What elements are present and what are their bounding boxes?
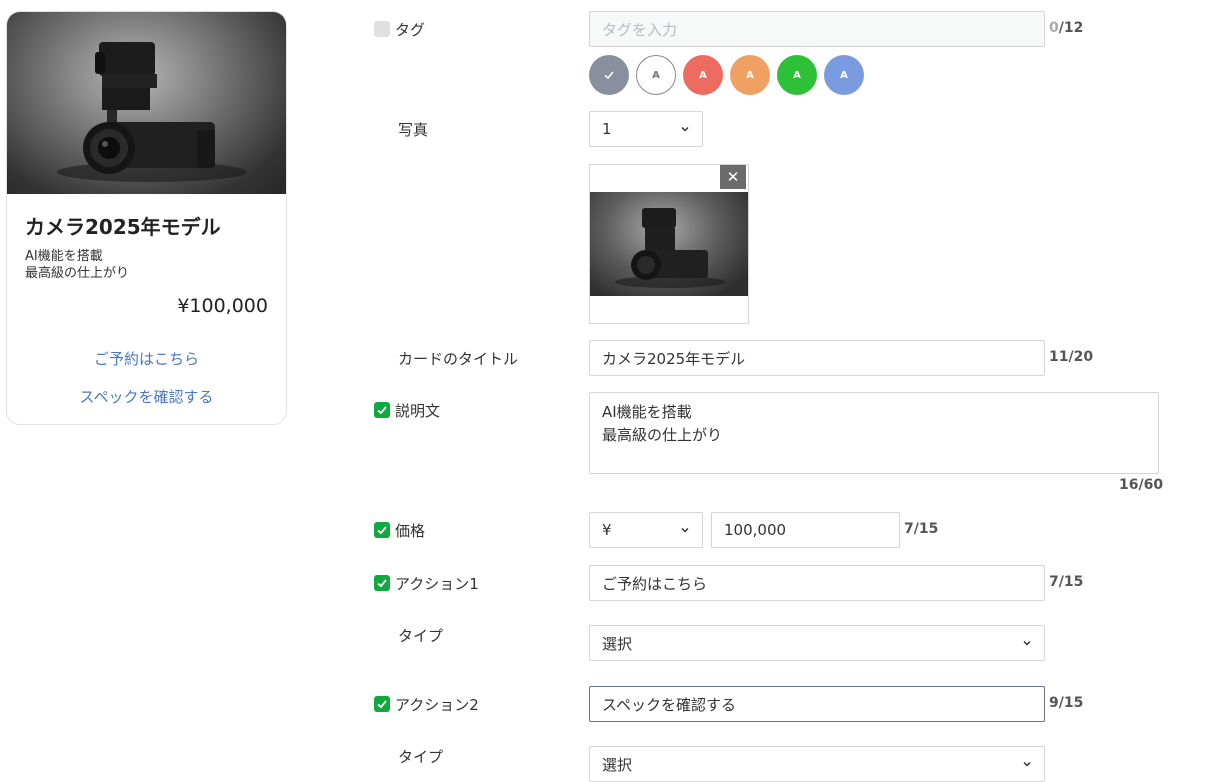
photo-thumbnail: ✕ — [589, 164, 749, 324]
check-icon — [377, 700, 387, 709]
tag-input[interactable]: タグを入力 — [589, 11, 1045, 47]
description-checkbox[interactable] — [374, 402, 390, 418]
action1-type-select[interactable]: 選択 — [589, 625, 1045, 661]
photo-count-value: 1 — [602, 120, 612, 138]
action2-checkbox[interactable] — [374, 696, 390, 712]
card-title-counter: 11/20 — [1049, 349, 1094, 365]
close-icon: ✕ — [726, 168, 740, 186]
action1-counter: 7/15 — [1049, 574, 1084, 590]
chevron-down-icon — [1023, 761, 1031, 767]
tag-label: タグ — [395, 21, 426, 39]
remove-photo-button[interactable]: ✕ — [720, 165, 746, 189]
card-action2-link[interactable]: スペックを確認する — [7, 386, 286, 407]
chevron-down-icon — [1023, 640, 1031, 646]
action1-type-value: 選択 — [602, 634, 633, 653]
check-icon — [377, 579, 387, 588]
action1-type-label: タイプ — [398, 627, 444, 645]
action2-type-value: 選択 — [602, 755, 633, 774]
action1-input[interactable]: ご予約はこちら — [589, 565, 1045, 601]
card-description-line: AI機能を搭載 — [25, 249, 103, 264]
description-textarea[interactable]: AI機能を搭載 最高級の仕上がり — [589, 392, 1159, 474]
tag-checkbox[interactable] — [374, 21, 390, 37]
check-icon — [377, 526, 387, 535]
action1-label: アクション1 — [395, 575, 479, 593]
card-title-input[interactable]: カメラ2025年モデル — [589, 340, 1045, 376]
action2-counter: 9/15 — [1049, 695, 1084, 711]
check-icon — [604, 71, 614, 80]
camera-image — [57, 42, 247, 182]
description-line: 最高級の仕上がり — [602, 426, 723, 444]
price-input[interactable]: 100,000 — [711, 512, 900, 548]
action2-input[interactable]: スペックを確認する — [589, 686, 1045, 722]
card-action1-link[interactable]: ご予約はこちら — [7, 348, 286, 369]
photo-count-select[interactable]: 1 — [589, 111, 703, 147]
action2-type-label: タイプ — [398, 748, 444, 766]
photo-thumbnail-image — [590, 192, 748, 296]
check-icon — [377, 406, 387, 415]
price-checkbox[interactable] — [374, 522, 390, 538]
chevron-down-icon — [681, 527, 689, 533]
card-price: ¥100,000 — [177, 295, 268, 317]
description-label: 説明文 — [395, 402, 441, 420]
color-swatch-white[interactable]: A — [636, 55, 676, 95]
card-photo — [7, 12, 286, 194]
description-counter: 16/60 — [1119, 477, 1164, 493]
card-description: AI機能を搭載 最高級の仕上がり — [25, 248, 129, 282]
card-title-label: カードのタイトル — [398, 350, 519, 368]
currency-value: ¥ — [602, 521, 612, 539]
price-counter: 7/15 — [904, 521, 939, 537]
tag-counter-max: /12 — [1058, 20, 1084, 36]
tag-counter-current: 0 — [1049, 20, 1059, 36]
currency-select[interactable]: ¥ — [589, 512, 703, 548]
action2-label: アクション2 — [395, 696, 479, 714]
card-title: カメラ2025年モデル — [25, 215, 221, 239]
color-swatch-orange[interactable]: A — [730, 55, 770, 95]
color-swatch-selected[interactable] — [589, 55, 629, 95]
color-swatch-red[interactable]: A — [683, 55, 723, 95]
price-label: 価格 — [395, 522, 426, 540]
card-description-line: 最高級の仕上がり — [25, 266, 130, 281]
chevron-down-icon — [681, 126, 689, 132]
preview-card: カメラ2025年モデル AI機能を搭載 最高級の仕上がり ¥100,000 ご予… — [6, 11, 287, 425]
color-swatch-blue[interactable]: A — [824, 55, 864, 95]
tag-counter: 0/12 — [1049, 20, 1083, 36]
photo-label: 写真 — [398, 121, 429, 139]
description-line: AI機能を搭載 — [602, 403, 692, 421]
camera-image — [615, 208, 725, 288]
action2-type-select[interactable]: 選択 — [589, 746, 1045, 782]
action1-checkbox[interactable] — [374, 575, 390, 591]
color-swatch-green[interactable]: A — [777, 55, 817, 95]
